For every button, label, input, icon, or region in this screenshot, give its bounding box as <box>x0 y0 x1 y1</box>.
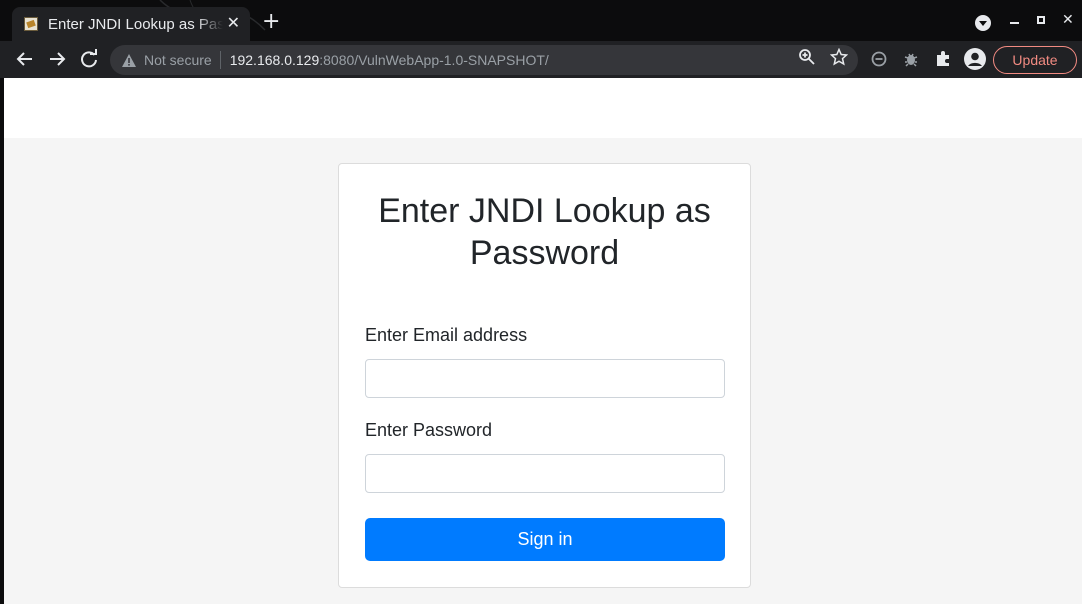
address-bar[interactable]: Not secure 192.168.0.129:8080/VulnWebApp… <box>110 45 858 75</box>
tab-strip: Enter JNDI Lookup as Password ✕ + ✕ <box>0 0 1082 41</box>
page-viewport: Enter JNDI Lookup as Password Enter Emai… <box>0 78 1082 604</box>
new-tab-button[interactable]: + <box>262 11 280 33</box>
address-divider <box>219 51 221 69</box>
maximize-window-icon[interactable] <box>1037 16 1045 24</box>
bug-extension-icon[interactable] <box>902 50 920 68</box>
star-icon[interactable] <box>830 48 848 66</box>
password-label: Enter Password <box>365 420 493 440</box>
forward-arrow-icon[interactable] <box>47 49 67 69</box>
browser-chrome: Enter JNDI Lookup as Password ✕ + ✕ Not … <box>0 0 1082 78</box>
url-host: 192.168.0.129 <box>229 52 320 68</box>
page-title: Enter JNDI Lookup as Password <box>378 192 711 272</box>
password-field[interactable] <box>365 454 725 493</box>
window-left-edge <box>0 78 4 604</box>
warning-triangle-icon[interactable] <box>122 53 136 67</box>
sign-in-button[interactable]: Sign in <box>365 518 725 561</box>
reload-icon[interactable] <box>79 49 99 69</box>
update-button[interactable]: Update <box>993 46 1077 74</box>
minus-circle-icon[interactable] <box>870 50 888 68</box>
minimize-window-icon[interactable] <box>1010 12 1019 24</box>
email-label: Enter Email address <box>365 325 528 345</box>
back-arrow-icon[interactable] <box>15 49 35 69</box>
browser-toolbar: Not secure 192.168.0.129:8080/VulnWebApp… <box>0 41 1082 78</box>
close-window-icon[interactable]: ✕ <box>1062 12 1074 28</box>
tab-title: Enter JNDI Lookup as Password <box>48 15 223 33</box>
url-text[interactable]: 192.168.0.129:8080/VulnWebApp-1.0-SNAPSH… <box>230 52 549 68</box>
page-header-band <box>4 78 1082 138</box>
profile-avatar-icon[interactable] <box>963 47 987 71</box>
puzzle-icon[interactable] <box>934 50 952 68</box>
tab-close-icon[interactable]: ✕ <box>227 15 240 31</box>
login-card: Enter JNDI Lookup as Password Enter Emai… <box>338 163 751 588</box>
email-field[interactable] <box>365 359 725 398</box>
browser-tab-active[interactable]: Enter JNDI Lookup as Password ✕ <box>12 7 250 41</box>
tab-search-dropdown-icon[interactable] <box>975 15 991 31</box>
zoom-icon[interactable] <box>798 48 816 66</box>
security-status[interactable]: Not secure <box>144 52 212 68</box>
favicon-icon <box>24 17 38 31</box>
url-path: :8080/VulnWebApp-1.0-SNAPSHOT/ <box>319 52 549 68</box>
